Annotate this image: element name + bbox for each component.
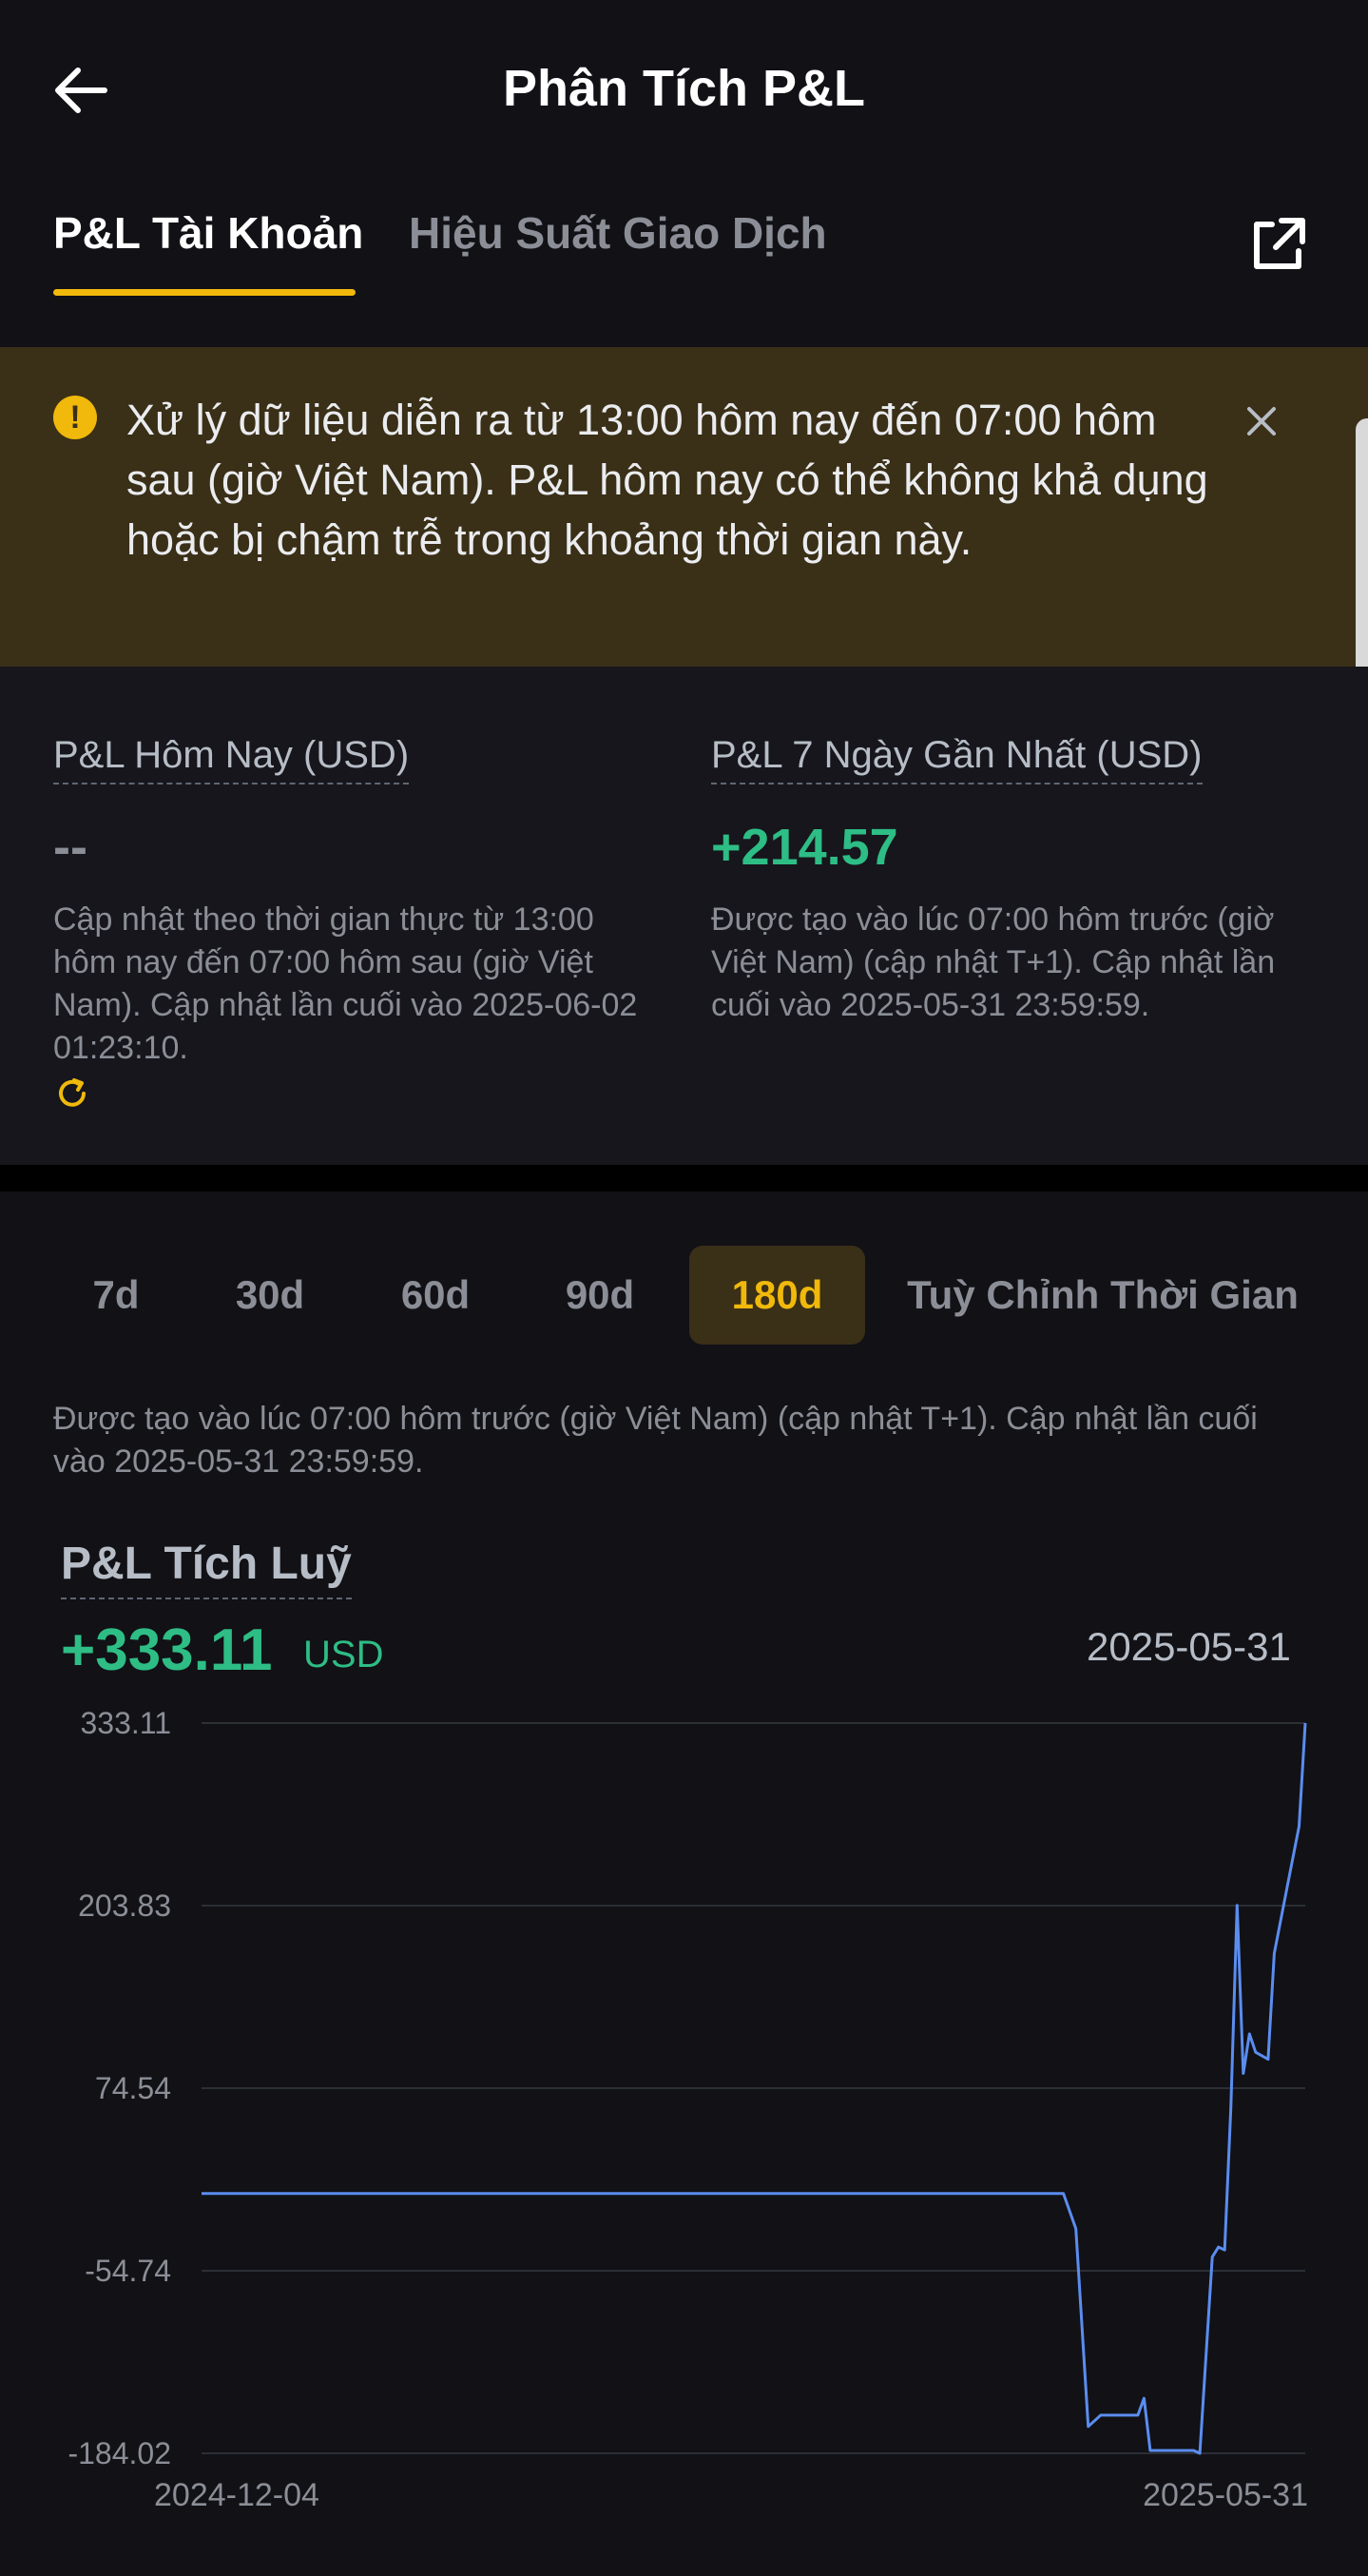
x-tick-label: 2024-12-04 [154,2477,319,2513]
y-tick-label: -184.02 [67,2436,171,2470]
today-pnl-label[interactable]: P&L Hôm Nay (USD) [53,734,410,784]
close-icon[interactable] [1238,397,1285,445]
active-tab-indicator [53,289,356,296]
y-tick-label: -54.74 [85,2254,171,2288]
range-180d-button[interactable]: 180d [689,1246,865,1345]
cumulative-pnl-title[interactable]: P&L Tích Luỹ [61,1538,352,1599]
y-tick-label: 333.11 [81,1706,172,1740]
section-divider [0,1165,1368,1191]
cumulative-pnl-chart[interactable]: 333.11 203.83 74.54 -54.74 -184.02 2024-12-0… [0,1693,1368,2529]
x-tick-label: 2025-05-31 [1143,2477,1308,2513]
week-pnl-note: Được tạo vào lúc 07:00 hôm trước (giờ Vi… [711,901,1276,1023]
share-external-icon[interactable] [1243,211,1312,280]
range-30d-button[interactable]: 30d [217,1246,323,1345]
y-tick-label: 74.54 [95,2071,171,2105]
week-pnl-label[interactable]: P&L 7 Ngày Gần Nhất (USD) [711,734,1203,784]
range-60d-button[interactable]: 60d [382,1246,489,1345]
selected-date: 2025-05-31 [1087,1624,1291,1669]
range-90d-button[interactable]: 90d [547,1246,653,1345]
today-pnl-note: Cập nhật theo thời gian thực từ 13:00 hô… [53,901,638,1066]
range-custom-button[interactable]: Tuỳ Chỉnh Thời Gian [903,1246,1302,1345]
week-pnl-value: +214.57 [711,819,898,876]
warning-icon: ! [53,396,97,439]
page-title: Phân Tích P&L [502,60,866,117]
tab-account-pnl[interactable]: P&L Tài Khoản [53,207,363,259]
y-tick-label: 203.83 [78,1888,171,1923]
refresh-icon[interactable] [53,1075,91,1113]
cumulative-pnl-unit: USD [303,1634,384,1675]
chart-update-note: Được tạo vào lúc 07:00 hôm trước (giờ Vi… [53,1401,1258,1480]
today-pnl-value: -- [53,819,87,876]
cumulative-pnl-value: +333.11 [61,1617,273,1683]
range-7d-button[interactable]: 7d [68,1246,164,1345]
notice-text: Xử lý dữ liệu diễn ra từ 13:00 hôm nay đ… [126,396,1208,564]
tab-trading-performance[interactable]: Hiệu Suất Giao Dịch [409,207,827,259]
